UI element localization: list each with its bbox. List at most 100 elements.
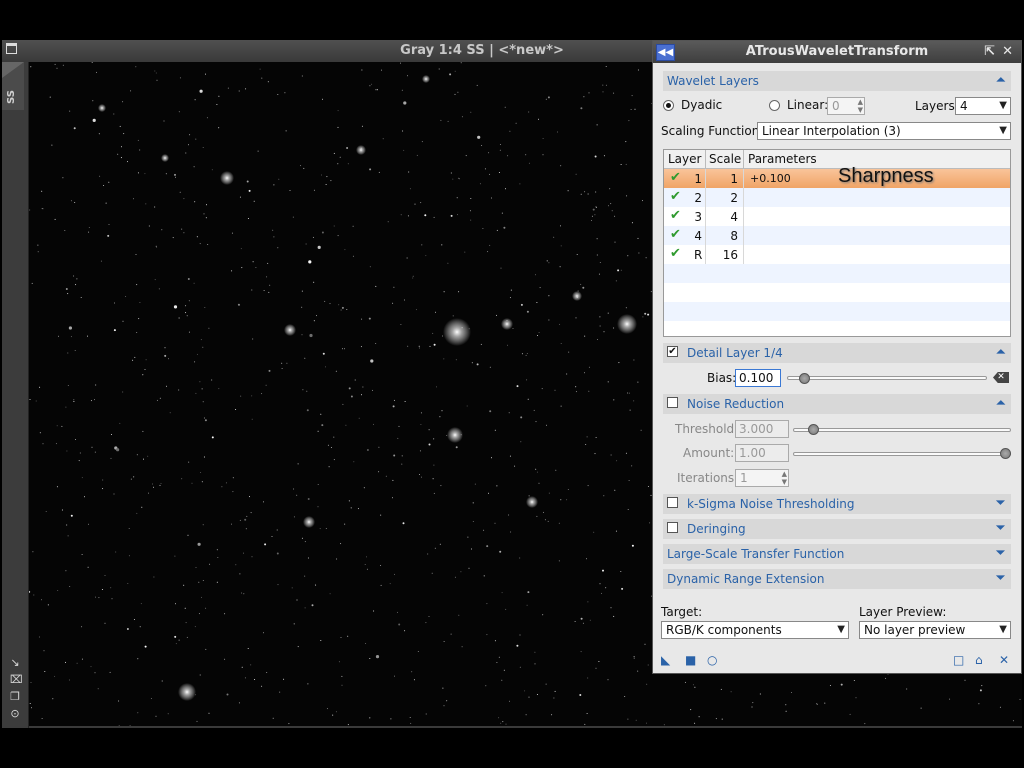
table-row[interactable]: ✔ 3 4 xyxy=(664,207,1010,226)
cell-scale: 16 xyxy=(722,248,738,262)
scaling-function-value: Linear Interpolation (3) xyxy=(762,124,901,138)
layers-table[interactable]: Layer Scale Parameters ✔ 1 1 +0.100 ✔ 2 … xyxy=(663,149,1011,337)
linear-radio[interactable] xyxy=(769,100,780,111)
noise-reduction-checkbox[interactable] xyxy=(667,397,678,408)
apply-global-icon[interactable]: ○ xyxy=(707,653,717,667)
expand-icon[interactable]: ⏷ xyxy=(996,571,1005,585)
collapse-icon[interactable]: ⏶ xyxy=(996,73,1005,87)
cell-layer: 4 xyxy=(694,229,702,243)
reset-icon[interactable]: ✕ xyxy=(999,653,1009,667)
cell-scale: 1 xyxy=(730,172,738,186)
detail-layer-checkbox[interactable]: ✔ xyxy=(667,346,678,357)
section-label: Large-Scale Transfer Function xyxy=(667,547,845,561)
expand-icon[interactable]: ⏷ xyxy=(996,546,1005,560)
threshold-slider-thumb[interactable] xyxy=(808,424,819,435)
table-row[interactable]: ✔ 2 2 xyxy=(664,188,1010,207)
target-label: Target: xyxy=(661,605,703,619)
chevron-down-icon: ▼ xyxy=(999,100,1007,111)
table-header: Layer Scale Parameters xyxy=(664,150,1010,169)
expand-icon[interactable]: ⏷ xyxy=(996,521,1005,535)
linear-label: Linear: xyxy=(787,98,829,112)
image-side-strip: SS ↘ ⌧ ❐ ⊙ xyxy=(2,62,29,728)
clear-icon[interactable]: ✕ xyxy=(993,372,1009,383)
bias-label: Bias: xyxy=(707,371,737,385)
cell-scale: 2 xyxy=(730,191,738,205)
section-label: Noise Reduction xyxy=(687,397,785,411)
check-icon[interactable]: ✔ xyxy=(670,170,681,185)
table-row[interactable]: ✔ 1 1 +0.100 xyxy=(664,169,1010,188)
shrink-icon[interactable]: ↘ xyxy=(10,657,20,668)
section-dynamic-range[interactable]: Dynamic Range Extension ⏷ xyxy=(663,569,1011,589)
cell-layer: R xyxy=(694,248,703,262)
layer-preview-value: No layer preview xyxy=(864,623,966,637)
section-wavelet-layers[interactable]: Wavelet Layers ⏶ xyxy=(663,71,1011,91)
collapse-icon[interactable]: ⏶ xyxy=(996,345,1005,359)
section-label: Dynamic Range Extension xyxy=(667,572,825,586)
layer-preview-combo[interactable]: No layer preview ▼ xyxy=(859,621,1011,639)
k-sigma-checkbox[interactable] xyxy=(667,497,678,508)
empty-row xyxy=(664,302,1010,321)
empty-row xyxy=(664,283,1010,302)
copy-icon[interactable]: ❐ xyxy=(10,691,20,702)
dyadic-label: Dyadic xyxy=(681,98,723,112)
amount-slider[interactable] xyxy=(793,452,1011,456)
chevron-down-icon: ▼ xyxy=(999,125,1007,136)
check-icon[interactable]: ✔ xyxy=(670,227,681,242)
target-combo[interactable]: RGB/K components ▼ xyxy=(661,621,849,639)
spin-arrows-icon[interactable]: ▲ ▼ xyxy=(858,98,863,114)
cell-layer: 2 xyxy=(694,191,702,205)
new-instance-icon[interactable]: ◣ xyxy=(661,653,670,667)
column-divider[interactable] xyxy=(743,150,744,168)
deringing-checkbox[interactable] xyxy=(667,522,678,533)
dyadic-radio[interactable] xyxy=(663,100,674,111)
bias-slider-thumb[interactable] xyxy=(799,373,810,384)
tab-ss[interactable]: SS xyxy=(2,62,24,110)
section-k-sigma[interactable]: k-Sigma Noise Thresholding ⏷ xyxy=(663,494,1011,514)
section-noise-reduction[interactable]: Noise Reduction ⏶ xyxy=(663,394,1011,414)
section-deringing[interactable]: Deringing ⏷ xyxy=(663,519,1011,539)
amount-slider-thumb[interactable] xyxy=(1000,448,1011,459)
layer-preview-label: Layer Preview: xyxy=(859,605,947,619)
bias-slider[interactable] xyxy=(787,376,987,380)
cell-scale: 8 xyxy=(730,229,738,243)
iterations-spinbox[interactable]: 1 ▲ ▼ xyxy=(735,469,789,487)
layers-value: 4 xyxy=(960,99,968,113)
table-row[interactable]: ✔ R 16 xyxy=(664,245,1010,264)
section-large-scale[interactable]: Large-Scale Transfer Function ⏷ xyxy=(663,544,1011,564)
check-icon[interactable]: ✔ xyxy=(670,208,681,223)
apply-icon[interactable]: ■ xyxy=(685,653,696,667)
iterations-label: Iterations: xyxy=(677,471,739,485)
chevron-down-icon: ▼ xyxy=(999,624,1007,635)
header-layer: Layer xyxy=(668,152,702,166)
expand-icon[interactable]: ⏷ xyxy=(996,496,1005,510)
atrous-wavelet-dialog: ◀◀ ATrousWaveletTransform ⇱ ✕ Wavelet La… xyxy=(652,40,1022,674)
scaling-function-combo[interactable]: Linear Interpolation (3) ▼ xyxy=(757,122,1011,140)
section-detail-layer[interactable]: ✔ Detail Layer 1/4 ⏶ xyxy=(663,343,1011,363)
linear-value: 0 xyxy=(832,99,840,113)
threshold-input[interactable]: 3.000 xyxy=(735,420,789,438)
check-icon[interactable]: ✔ xyxy=(670,246,681,261)
section-label: Wavelet Layers xyxy=(667,74,759,88)
amount-label: Amount: xyxy=(683,446,735,460)
close-icon[interactable]: ✕ xyxy=(1002,44,1013,59)
spin-arrows-icon[interactable]: ▲ ▼ xyxy=(782,470,787,486)
target-icon[interactable]: ⊙ xyxy=(10,708,20,719)
bias-input[interactable]: 0.100 xyxy=(735,369,781,387)
amount-input[interactable]: 1.00 xyxy=(735,444,789,462)
browse-documentation-icon[interactable]: ⌂ xyxy=(975,653,983,667)
fit-icon[interactable]: ⌧ xyxy=(10,674,23,685)
section-label: Detail Layer 1/4 xyxy=(687,346,783,360)
target-value: RGB/K components xyxy=(666,623,782,637)
layers-combo[interactable]: 4 ▼ xyxy=(955,97,1011,115)
shade-icon[interactable]: ⇱ xyxy=(984,44,995,59)
linear-spinbox[interactable]: 0 ▲ ▼ xyxy=(827,97,865,115)
dialog-titlebar[interactable]: ◀◀ ATrousWaveletTransform ⇱ ✕ xyxy=(653,41,1021,63)
column-divider[interactable] xyxy=(705,150,706,168)
table-row[interactable]: ✔ 4 8 xyxy=(664,226,1010,245)
check-icon[interactable]: ✔ xyxy=(670,189,681,204)
chevron-down-icon: ▼ xyxy=(837,624,845,635)
section-label: k-Sigma Noise Thresholding xyxy=(687,497,855,511)
threshold-slider[interactable] xyxy=(793,428,1011,432)
collapse-icon[interactable]: ⏶ xyxy=(996,396,1005,410)
real-time-preview-icon[interactable]: □ xyxy=(953,653,964,667)
